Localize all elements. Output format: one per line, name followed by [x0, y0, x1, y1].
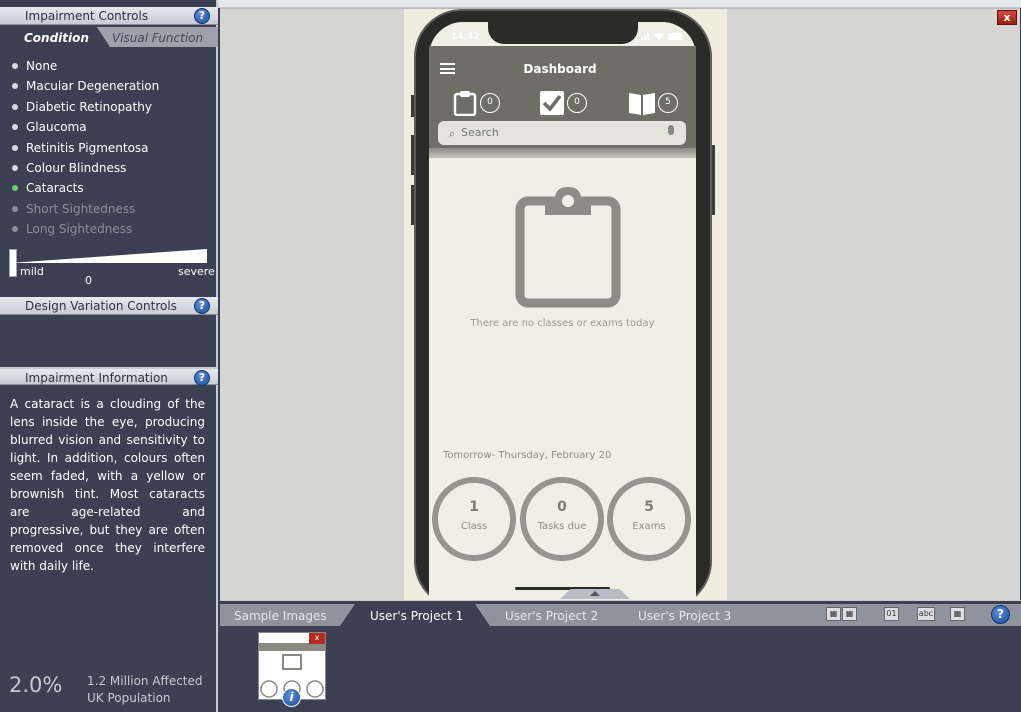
phone-side-button	[411, 185, 414, 225]
left-panel: Impairment Controls ? Condition Visual F…	[0, 0, 218, 712]
radio-dot-icon	[12, 124, 18, 131]
search-icon: ⌕	[449, 127, 456, 140]
impairment-info-title: Impairment Information	[25, 371, 168, 385]
phone-notch	[488, 22, 638, 44]
impairment-controls-title: Impairment Controls	[25, 9, 149, 23]
status-time: 14:42	[451, 32, 480, 42]
summary-label: Exams	[632, 521, 666, 532]
condition-label: Short Sightedness	[26, 201, 136, 216]
tab-visual-function[interactable]: Visual Function	[112, 27, 218, 49]
condition-long-sightedness: Long Sightedness	[0, 219, 218, 239]
phone-side-button	[712, 145, 715, 215]
radio-dot-icon	[12, 63, 18, 69]
condition-list: None Macular Degeneration Diabetic Retin…	[0, 56, 218, 240]
info-icon[interactable]: i	[282, 688, 301, 707]
summary-number: 0	[557, 499, 567, 515]
summary-number: 5	[644, 499, 654, 515]
exams-summary-circle[interactable]: 5 Exams	[607, 477, 691, 561]
microphone-icon[interactable]	[668, 125, 674, 135]
impairment-description: A cataract is a clouding of the lens ins…	[10, 397, 205, 573]
empty-state-illustration	[515, 185, 621, 310]
condition-label: Retinitis Pigmentosa	[26, 140, 149, 155]
affected-stats: 1.2 Million Affected UK Population	[87, 673, 203, 707]
condition-tabs: Condition Visual Function	[0, 27, 218, 47]
radio-dot-icon	[12, 144, 18, 151]
signal-wifi-battery-icon	[641, 33, 682, 40]
numbers-toggle-button[interactable]: 01	[884, 607, 899, 621]
condition-macular-degeneration[interactable]: Macular Degeneration	[0, 76, 218, 96]
radio-dot-icon	[12, 83, 18, 90]
help-icon[interactable]: ?	[194, 8, 210, 24]
image-compare-icon[interactable]: ▦	[842, 607, 857, 621]
condition-colour-blindness[interactable]: Colour Blindness	[0, 158, 218, 178]
condition-label: Diabetic Retinopathy	[26, 99, 152, 114]
image-compare-icon[interactable]: ▦	[826, 607, 841, 621]
radio-dot-icon	[12, 205, 18, 212]
condition-label: Long Sightedness	[26, 222, 133, 237]
radio-dot-icon	[12, 103, 18, 110]
summary-label: Class	[460, 521, 488, 532]
condition-label: Glaucoma	[26, 120, 87, 135]
help-icon[interactable]: ?	[194, 370, 210, 386]
condition-label: None	[26, 59, 58, 73]
phone-side-button	[411, 95, 414, 117]
close-icon[interactable]: x	[997, 10, 1017, 25]
classes-counter: 0	[480, 93, 500, 113]
condition-label: Cataracts	[26, 181, 84, 196]
checkmark-icon[interactable]	[539, 90, 565, 116]
thumbnail-close-icon[interactable]: x	[309, 633, 325, 644]
tasks-counter: 0	[567, 93, 587, 113]
tab-users-project-3[interactable]: User's Project 3	[624, 604, 731, 626]
condition-label: Colour Blindness	[26, 160, 127, 175]
help-icon[interactable]: ?	[991, 605, 1010, 624]
hamburger-menu-icon[interactable]	[440, 63, 455, 74]
severity-slider-track[interactable]	[10, 249, 207, 263]
book-icon[interactable]	[628, 90, 656, 116]
affected-count: 1.2 Million Affected	[87, 674, 203, 688]
severity-max-label: severe	[178, 265, 215, 278]
condition-label: Macular Degeneration	[26, 79, 160, 94]
header-shadow	[429, 148, 696, 158]
collapse-panel-icon[interactable]	[560, 589, 630, 599]
tab-condition[interactable]: Condition	[0, 27, 110, 47]
tab-users-project-1[interactable]: User's Project 1	[340, 604, 490, 626]
severity-slider-handle[interactable]	[9, 249, 17, 277]
help-icon[interactable]: ?	[194, 298, 210, 314]
affected-percentage: 2.0%	[9, 673, 63, 697]
condition-short-sightedness: Short Sightedness	[0, 199, 218, 219]
status-icons	[640, 31, 685, 43]
radio-dot-icon	[12, 164, 18, 171]
class-summary-circle[interactable]: 1 Class	[432, 477, 516, 561]
project-tab-bar	[220, 604, 1021, 626]
design-variation-header: Design Variation Controls ?	[0, 297, 218, 315]
condition-glaucoma[interactable]: Glaucoma	[0, 117, 218, 137]
phone-side-button	[411, 135, 414, 175]
radio-dot-icon	[12, 185, 18, 192]
radio-dot-icon	[12, 226, 18, 233]
condition-cataracts[interactable]: Cataracts	[0, 178, 218, 198]
empty-state-message: There are no classes or exams today	[470, 318, 655, 329]
app-title: Dashboard	[523, 62, 597, 76]
text-toggle-button[interactable]: abc	[917, 607, 935, 621]
affected-population: UK Population	[87, 691, 171, 705]
large-clipboard-icon	[515, 187, 621, 308]
severity-min-label: mild	[20, 265, 44, 278]
condition-retinitis-pigmentosa[interactable]: Retinitis Pigmentosa	[0, 138, 218, 158]
condition-none[interactable]: None	[0, 56, 218, 76]
condition-diabetic-retinopathy[interactable]: Diabetic Retinopathy	[0, 97, 218, 117]
summary-number: 1	[469, 499, 479, 515]
design-variation-title: Design Variation Controls	[25, 299, 177, 313]
tasks-summary-circle[interactable]: 0 Tasks due	[520, 477, 604, 561]
impairment-controls-header: Impairment Controls ?	[0, 7, 218, 25]
tomorrow-heading: Tomorrow- Thursday, February 20	[443, 450, 612, 461]
tab-users-project-2[interactable]: User's Project 2	[491, 604, 598, 626]
clipboard-icon[interactable]	[453, 90, 478, 116]
image-view-icon[interactable]: ▦	[950, 607, 965, 621]
summary-label: Tasks due	[537, 521, 587, 532]
exams-counter: 5	[658, 93, 678, 113]
tab-sample-images[interactable]: Sample Images	[220, 604, 327, 626]
impairment-info-header: Impairment Information ?	[0, 367, 218, 386]
search-placeholder: Search	[461, 126, 499, 139]
severity-value: 0	[85, 274, 92, 287]
